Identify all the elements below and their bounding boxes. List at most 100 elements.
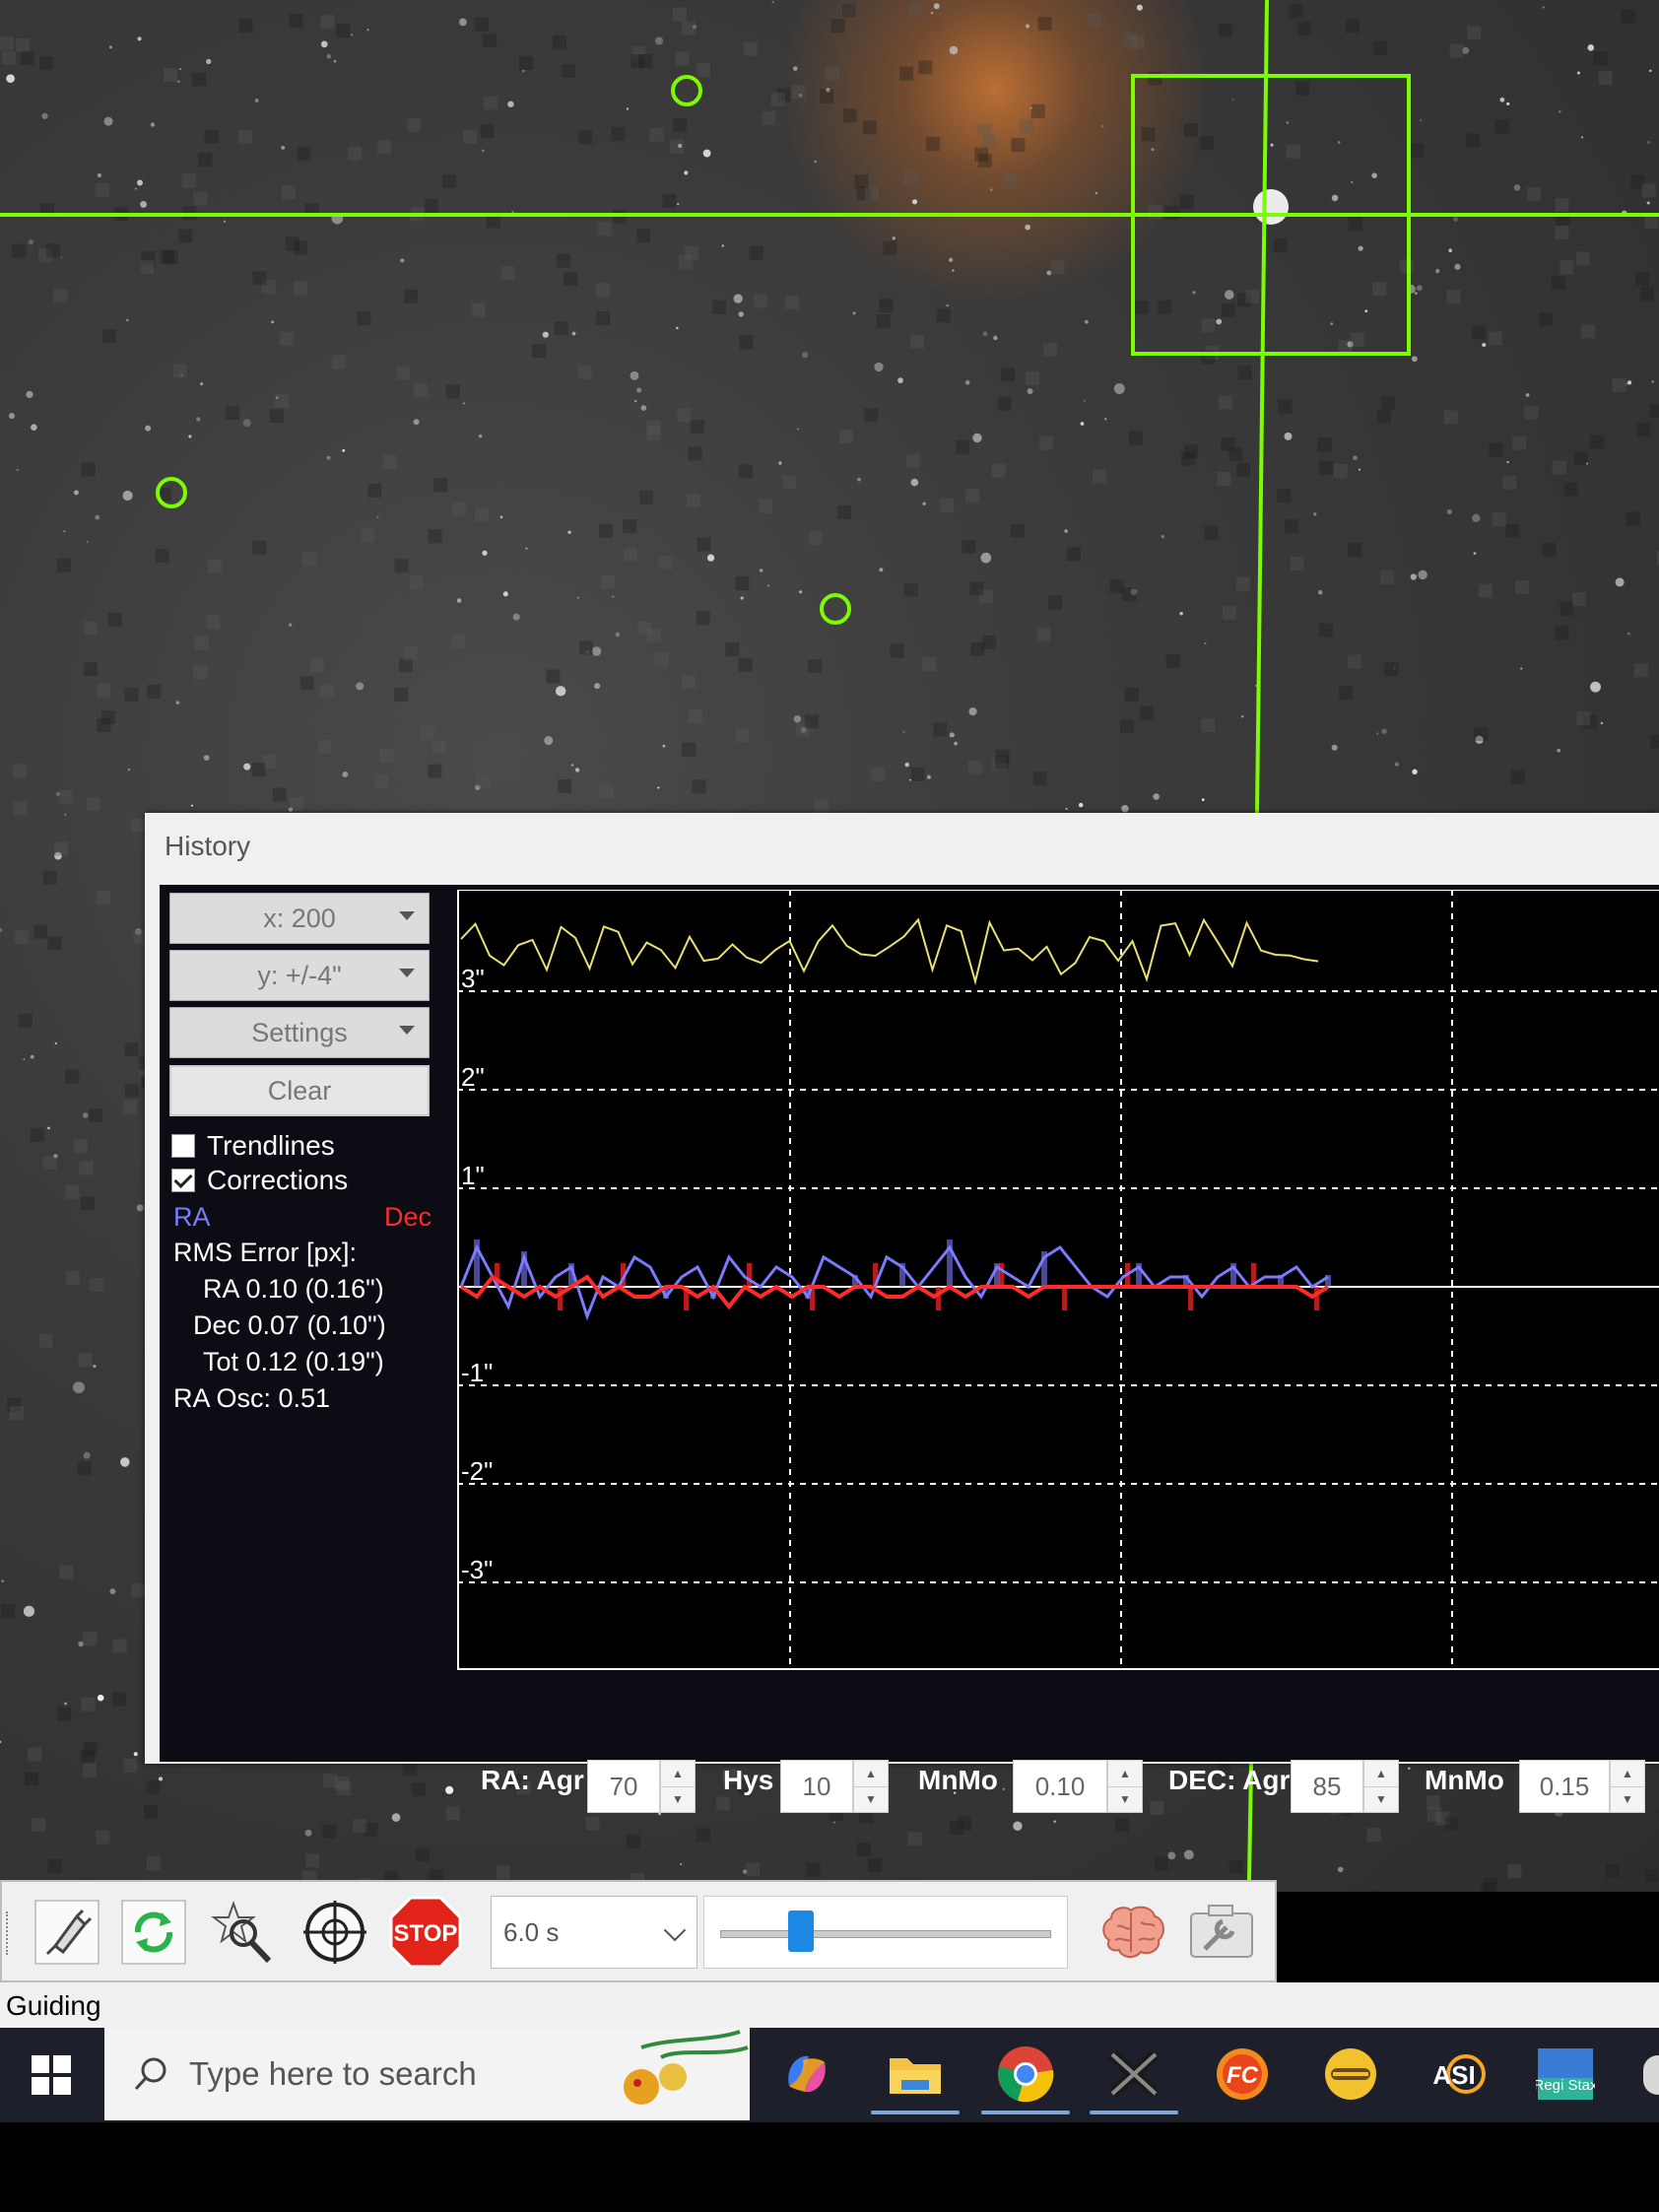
hys-value[interactable]: 10 bbox=[780, 1760, 853, 1813]
noise-speck bbox=[1399, 259, 1414, 274]
star bbox=[1204, 642, 1207, 645]
gamma-slider-track[interactable] bbox=[720, 1930, 1051, 1938]
toolbar-grip[interactable] bbox=[6, 1911, 12, 1955]
spin-up-icon[interactable]: ▲ bbox=[1364, 1761, 1398, 1786]
star bbox=[1027, 388, 1033, 395]
ra-minmo-value[interactable]: 0.10 bbox=[1013, 1760, 1107, 1813]
noise-speck bbox=[377, 140, 392, 155]
trendlines-checkbox-row[interactable]: Trendlines bbox=[171, 1129, 335, 1163]
noise-speck bbox=[1650, 734, 1659, 749]
taskbar-firecapture[interactable]: FC bbox=[1210, 2042, 1275, 2107]
auto-select-star-button[interactable] bbox=[207, 1896, 282, 1969]
taskbar-copilot[interactable] bbox=[774, 2042, 839, 2107]
spin-down-icon[interactable]: ▼ bbox=[1108, 1785, 1142, 1813]
spin-up-icon[interactable]: ▲ bbox=[1611, 1761, 1644, 1786]
gamma-slider-thumb[interactable] bbox=[787, 1910, 814, 1952]
noise-speck bbox=[970, 642, 985, 657]
noise-speck bbox=[1030, 103, 1045, 118]
star bbox=[28, 239, 33, 245]
x-scale-dropdown[interactable]: x: 200 bbox=[169, 893, 430, 944]
noise-speck bbox=[97, 683, 111, 698]
spin-up-icon[interactable]: ▲ bbox=[661, 1761, 695, 1786]
star bbox=[60, 255, 63, 259]
star bbox=[1557, 748, 1561, 753]
ra-agr-value[interactable]: 70 bbox=[587, 1760, 660, 1813]
noise-speck bbox=[416, 1847, 431, 1862]
hys-spinner[interactable]: 10 ▲ ▼ bbox=[780, 1760, 889, 1813]
dec-minmo-spinner[interactable]: 0.15 ▲ ▼ bbox=[1519, 1760, 1645, 1813]
noise-speck bbox=[1573, 451, 1588, 466]
gamma-slider[interactable] bbox=[703, 1896, 1068, 1969]
star bbox=[1559, 110, 1561, 113]
star bbox=[97, 172, 102, 178]
loop-exposure-button[interactable] bbox=[116, 1896, 191, 1969]
spin-down-icon[interactable]: ▼ bbox=[661, 1785, 695, 1813]
trendlines-checkbox[interactable] bbox=[171, 1134, 195, 1158]
star bbox=[478, 434, 483, 438]
noise-speck bbox=[1245, 289, 1260, 303]
taskbar-registax[interactable]: Regi Stax bbox=[1533, 2042, 1598, 2107]
taskbar-overflow-app[interactable] bbox=[1643, 2055, 1659, 2095]
noise-speck bbox=[1380, 396, 1395, 411]
noise-speck bbox=[564, 272, 578, 287]
spin-down-icon[interactable]: ▼ bbox=[1364, 1785, 1398, 1813]
ra-agr-spinner[interactable]: 70 ▲ ▼ bbox=[587, 1760, 696, 1813]
noise-speck bbox=[905, 453, 920, 468]
noise-speck bbox=[336, 24, 351, 38]
spin-up-icon[interactable]: ▲ bbox=[854, 1761, 888, 1786]
brain-settings-button[interactable] bbox=[1095, 1896, 1170, 1969]
exposure-duration-select[interactable]: 6.0 s bbox=[491, 1896, 697, 1969]
noise-speck bbox=[921, 657, 936, 672]
noise-speck bbox=[1538, 312, 1553, 327]
star bbox=[892, 236, 896, 240]
noise-speck bbox=[677, 408, 692, 423]
corrections-checkbox-row[interactable]: Corrections bbox=[171, 1164, 348, 1197]
crosshair-vertical-line bbox=[1255, 0, 1269, 814]
ra-minmo-spinner[interactable]: 0.10 ▲ ▼ bbox=[1013, 1760, 1143, 1813]
y-scale-dropdown[interactable]: y: +/-4" bbox=[169, 950, 430, 1001]
dec-minmo-value[interactable]: 0.15 bbox=[1519, 1760, 1610, 1813]
star bbox=[126, 318, 129, 322]
dec-agr-spinner[interactable]: 85 ▲ ▼ bbox=[1291, 1760, 1399, 1813]
taskbar-sharpcap[interactable] bbox=[1318, 2042, 1383, 2107]
stop-button[interactable]: STOP bbox=[388, 1896, 463, 1969]
taskbar-search-box[interactable]: Type here to search bbox=[104, 2028, 750, 2120]
noise-speck bbox=[322, 1824, 337, 1839]
spin-down-icon[interactable]: ▼ bbox=[1611, 1785, 1644, 1813]
equipment-setup-button[interactable] bbox=[1184, 1896, 1259, 1969]
noise-speck bbox=[89, 1107, 103, 1122]
taskbar-chrome[interactable] bbox=[981, 2042, 1070, 2114]
noise-speck bbox=[394, 559, 409, 573]
use-camera-button[interactable] bbox=[30, 1896, 104, 1969]
noise-speck bbox=[206, 615, 221, 630]
noise-speck bbox=[1639, 286, 1654, 301]
star bbox=[41, 112, 48, 119]
star bbox=[482, 550, 488, 556]
windows-taskbar: Type here to search FC ASI Regi Stax bbox=[0, 2028, 1659, 2122]
noise-speck bbox=[14, 930, 29, 945]
taskbar-x-app[interactable] bbox=[1090, 2042, 1178, 2114]
spin-down-icon[interactable]: ▼ bbox=[854, 1785, 888, 1813]
noise-speck bbox=[1050, 260, 1065, 275]
clear-button[interactable]: Clear bbox=[169, 1065, 430, 1116]
spin-up-icon[interactable]: ▲ bbox=[1108, 1761, 1142, 1786]
star bbox=[1435, 268, 1440, 274]
guide-button[interactable] bbox=[298, 1896, 372, 1969]
guide-history-graph[interactable]: 3" 2" 1" -1" -2" -3" bbox=[457, 890, 1659, 1670]
taskbar-asistudio[interactable]: ASI bbox=[1425, 2042, 1490, 2107]
noise-speck bbox=[1368, 1891, 1383, 1892]
noise-speck bbox=[101, 710, 116, 725]
noise-speck bbox=[1011, 138, 1026, 153]
taskbar-file-explorer[interactable] bbox=[871, 2042, 960, 2114]
windows-start-icon[interactable] bbox=[32, 2055, 71, 2095]
star bbox=[738, 311, 744, 317]
y-tick-label: -2" bbox=[461, 1456, 493, 1486]
star bbox=[680, 1862, 683, 1865]
noise-speck bbox=[404, 289, 419, 303]
settings-dropdown[interactable]: Settings bbox=[169, 1007, 430, 1058]
noise-speck bbox=[42, 1156, 57, 1171]
noise-speck bbox=[420, 725, 434, 740]
dec-agr-value[interactable]: 85 bbox=[1291, 1760, 1363, 1813]
noise-speck bbox=[909, 334, 924, 349]
corrections-checkbox[interactable] bbox=[171, 1169, 195, 1192]
